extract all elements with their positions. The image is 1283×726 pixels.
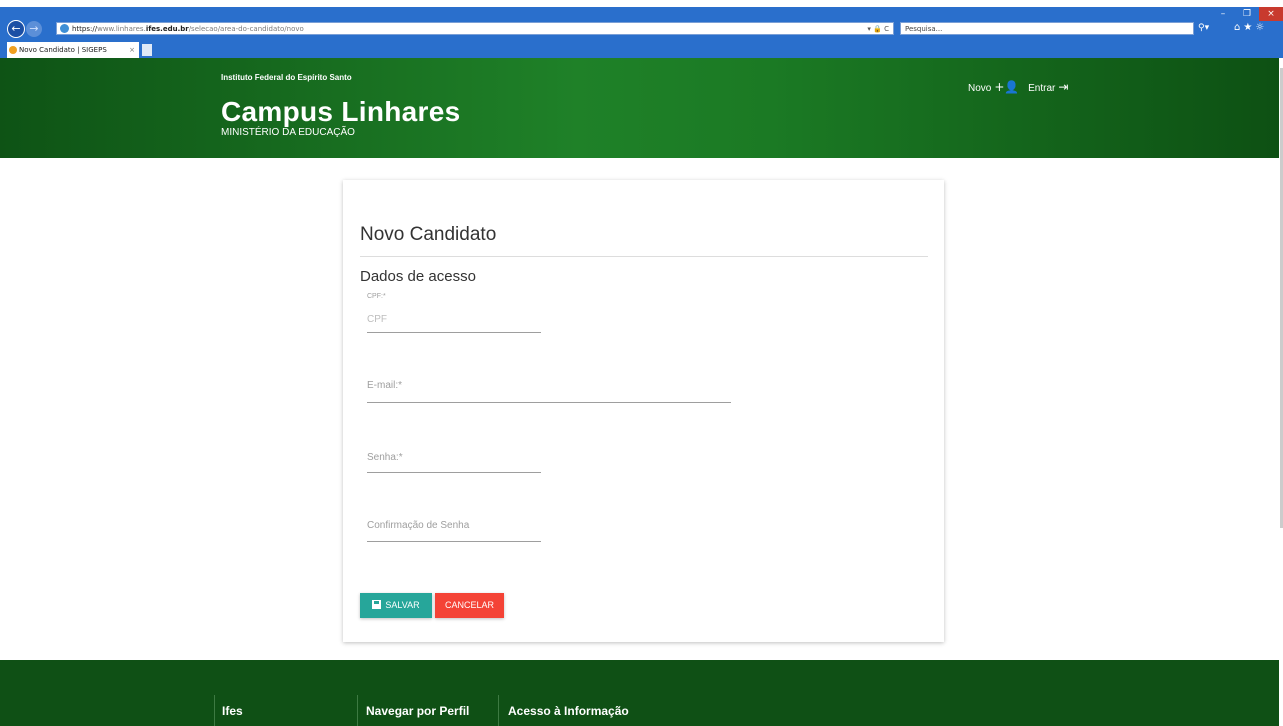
add-user-icon: +👤 [994,80,1020,94]
cpf-label: CPF:* [367,293,386,300]
title-divider [360,256,928,257]
site-footer: Ifes Navegar por Perfil Acesso à Informa… [0,660,1283,726]
maximize-button[interactable]: ❐ [1235,7,1259,21]
site-favicon-icon [60,24,69,33]
footer-link-ifes[interactable]: Ifes [222,704,243,718]
url-path: /selecao/area-do-candidato/novo [188,25,304,33]
forward-arrow-icon: → [29,22,39,35]
section-title: Dados de acesso [360,268,476,285]
window-controls: – ❐ × [1211,7,1283,21]
browser-tab[interactable]: Novo Candidato | SIGEPS × [7,42,139,58]
floppy-disk-icon [372,600,382,609]
minimize-button[interactable]: – [1211,7,1235,21]
ministry-name: MINISTÉRIO DA EDUCAÇÃO [221,127,355,138]
url-host: ifes.edu.br [145,25,189,33]
cancel-label: CANCELAR [444,600,494,610]
close-window-button[interactable]: × [1259,7,1283,21]
back-button[interactable]: ← [7,20,25,38]
back-arrow-icon: ← [11,22,21,35]
search-icon[interactable]: ⚲▾ [1198,23,1209,33]
footer-link-navigate-by-profile[interactable]: Navegar por Perfil [366,704,469,718]
footer-link-access-to-information[interactable]: Acesso à Informação [508,704,629,718]
institute-name: Instituto Federal do Espírito Santo [221,73,352,82]
password-field[interactable]: Senha:* [367,452,403,463]
new-account-link[interactable]: Novo +👤 [968,80,1019,94]
search-placeholder: Pesquisa... [905,25,943,33]
login-link[interactable]: Entrar ⇥ [1028,80,1068,94]
login-icon: ⇥ [1058,80,1069,94]
url-scheme: https:// [72,25,98,33]
cpf-input[interactable]: CPF [367,314,387,325]
footer-divider [357,695,358,726]
footer-divider [498,695,499,726]
url-prefix: www.linhares. [97,25,146,33]
campus-title[interactable]: Campus Linhares [221,96,460,128]
tab-title: Novo Candidato | SIGEPS [19,46,107,54]
browser-search-input[interactable]: Pesquisa... [900,22,1194,35]
save-button[interactable]: SALVAR [360,593,432,618]
confirm-password-field[interactable]: Confirmação de Senha [367,520,469,531]
header-nav: Novo +👤 Entrar ⇥ [968,80,1074,94]
email-underline [367,402,731,403]
tab-favicon-icon [9,46,17,54]
footer-divider [214,695,215,726]
site-header: Instituto Federal do Espírito Santo Camp… [0,58,1283,158]
cpf-underline [367,332,541,333]
address-bar[interactable]: https://www.linhares.ifes.edu.br/selecao… [56,22,894,35]
page-title: Novo Candidato [360,224,497,245]
login-label: Entrar [1028,83,1056,94]
password-underline [367,472,541,473]
window-title-strip [0,0,1283,7]
forward-button[interactable]: → [26,21,42,37]
cancel-button[interactable]: CANCELAR [435,593,504,618]
new-candidate-card: Novo Candidato Dados de acesso CPF:* CPF… [343,180,944,642]
new-account-label: Novo [968,83,992,94]
toolbar-home-favorites-settings-icons[interactable]: ⌂★☼ [1234,22,1267,33]
save-label: SALVAR [385,600,420,610]
tab-close-icon[interactable]: × [129,42,135,58]
confirm-password-underline [367,541,541,542]
new-tab-button[interactable] [142,44,152,56]
email-field[interactable]: E-mail:* [367,380,402,391]
tab-row: Novo Candidato | SIGEPS × [0,40,1283,58]
lock-refresh-icons[interactable]: ▾ 🔒 C [867,23,889,34]
